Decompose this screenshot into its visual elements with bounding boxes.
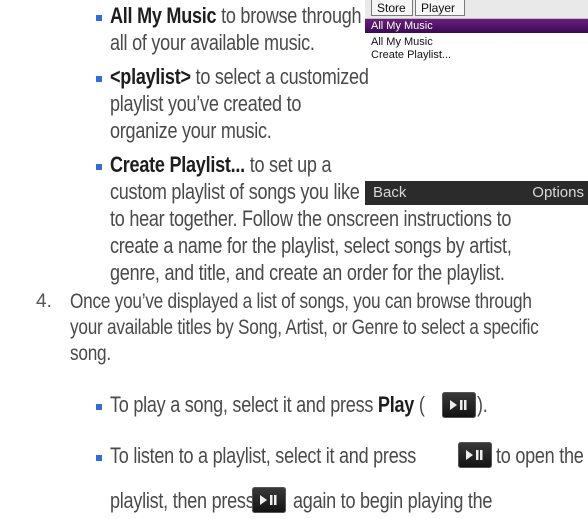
bullet-marker [96, 404, 102, 410]
bullet-all-my-music-line2: all of your available music. [110, 30, 315, 55]
play-pause-key-icon [442, 392, 476, 418]
softkey-back[interactable]: Back [373, 181, 406, 205]
play-pause-key-icon [458, 442, 492, 468]
bullet-marker [96, 455, 102, 461]
bullet-playlist-line1: <playlist> to select a customized [110, 64, 369, 89]
tab-store[interactable]: Store [371, 0, 413, 16]
step4-line3: song. [70, 342, 111, 365]
softkey-options[interactable]: Options [532, 181, 584, 205]
step4-line1: Once you’ve displayed a list of songs, y… [70, 290, 532, 313]
bullet-playlist-line2: playlist you’ve created to [110, 91, 302, 116]
bullet-all-my-music-line1: All My Music to browse through [110, 3, 362, 28]
bullet-create-line5: genre, and title, and create an order fo… [110, 260, 505, 285]
play-pause-key-icon [252, 487, 286, 513]
sub-bullet-play-close: ). [477, 392, 488, 417]
tab-bar: Store Player [365, 0, 588, 19]
sub-bullet-listen-line1b: to open the [496, 443, 584, 468]
bullet-marker [96, 164, 102, 170]
bullet-marker [96, 76, 102, 82]
bullet-create-line2: custom playlist of songs you like [110, 179, 360, 204]
bullet-create-line3: to hear together. Follow the onscreen in… [110, 206, 512, 231]
step4-line2: your available titles by Song, Artist, o… [70, 316, 539, 339]
sub-bullet-listen-line1a: To listen to a playlist, select it and p… [110, 443, 417, 468]
menu-item-create-playlist[interactable]: Create Playlist... [371, 49, 451, 61]
sub-bullet-listen-line2a: playlist, then press [110, 488, 255, 513]
step-number: 4. [36, 291, 52, 312]
sub-bullet-listen-line2b: again to begin playing the [293, 488, 493, 513]
bullet-playlist-line3: organize your music. [110, 118, 272, 143]
bullet-marker [96, 15, 102, 21]
menu-item-all-my-music[interactable]: All My Music [371, 36, 433, 48]
phone-screen: Store Player All My Music All My Music C… [365, 0, 588, 205]
header-highlight: All My Music [365, 19, 588, 33]
bullet-create-line4: create a name for the playlist, select s… [110, 233, 512, 258]
sub-bullet-play-text: To play a song, select it and press Play… [110, 392, 425, 417]
tab-player[interactable]: Player [415, 0, 465, 16]
soft-key-bar: Back Options [365, 181, 588, 205]
bullet-create-line1: Create Playlist... to set up a [110, 152, 332, 177]
